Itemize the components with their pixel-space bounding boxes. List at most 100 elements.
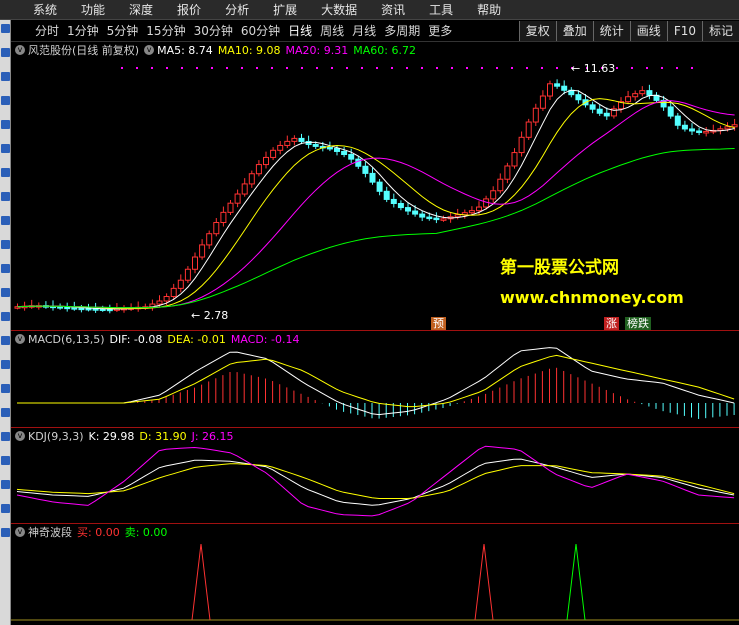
menu-item[interactable]: 功能: [69, 0, 117, 20]
candle-body: [504, 165, 511, 180]
signal-dot: [661, 67, 663, 69]
period-tab[interactable]: 日线: [284, 20, 316, 42]
toolbar-button[interactable]: 画线: [629, 20, 667, 41]
kline-chart[interactable]: ← 11.63 ← 2.78: [11, 42, 739, 330]
signal-dot: [406, 67, 408, 69]
candle-body: [334, 147, 340, 152]
flag-diedie: 榜跌: [625, 317, 651, 330]
candle-body: [412, 210, 419, 215]
candle-body: [589, 104, 596, 110]
toolbar-tool-icon[interactable]: [1, 144, 10, 153]
period-tab[interactable]: 5分钟: [103, 20, 143, 42]
wave-chart[interactable]: [11, 524, 739, 625]
candle-body: [518, 136, 525, 154]
menu-item[interactable]: 大数据: [309, 0, 369, 20]
menu-item[interactable]: 工具: [417, 0, 465, 20]
kdj-title-bar: v KDJ(9,3,3) K: 29.98 D: 31.90 J: 26.15: [15, 429, 239, 443]
chevron-down-icon[interactable]: v: [15, 431, 25, 441]
chevron-down-icon[interactable]: v: [15, 527, 25, 537]
toolbar-tool-icon[interactable]: [1, 336, 10, 345]
toolbar-tool-icon[interactable]: [1, 432, 10, 441]
toolbar-button[interactable]: 复权: [518, 20, 556, 41]
candle-body: [397, 203, 404, 209]
kline-panel[interactable]: ← 11.63 ← 2.78 v 风范股份(日线 前复权) v MA5: 8.74…: [11, 42, 739, 330]
toolbar-tool-icon[interactable]: [1, 480, 10, 489]
toolbar-tool-icon[interactable]: [1, 24, 10, 33]
toolbar-button[interactable]: 叠加: [555, 20, 593, 41]
toolbar-tool-icon[interactable]: [1, 240, 10, 249]
toolbar-tool-icon[interactable]: [1, 168, 10, 177]
kdj-title: KDJ(9,3,3): [28, 429, 84, 443]
menu-item[interactable]: 分析: [213, 0, 261, 20]
candle-body: [639, 90, 646, 95]
candle-body: [554, 83, 561, 87]
signal-dot: [286, 67, 288, 69]
candle-body: [199, 244, 206, 258]
flag-pre: 预: [431, 317, 446, 330]
candle-body: [326, 146, 333, 150]
toolbar-tool-icon[interactable]: [1, 48, 10, 57]
kdj-panel[interactable]: v KDJ(9,3,3) K: 29.98 D: 31.90 J: 26.15: [11, 427, 739, 523]
wave-panel[interactable]: v 神奇波段 买: 0.00 卖: 0.00: [11, 523, 739, 625]
toolbar-tool-icon[interactable]: [1, 312, 10, 321]
period-tab[interactable]: 30分钟: [190, 20, 237, 42]
candle-body: [241, 183, 248, 195]
candle-body: [227, 202, 234, 213]
toolbar-tool-icon[interactable]: [1, 504, 10, 513]
ma5-value: MA5: 8.74: [157, 43, 213, 57]
signal-dot: [631, 67, 633, 69]
macd-panel[interactable]: v MACD(6,13,5) DIF: -0.08 DEA: -0.01 MAC…: [11, 330, 739, 427]
period-tab[interactable]: 月线: [348, 20, 380, 42]
candle-body: [206, 233, 213, 246]
toolbar-button[interactable]: 标记: [701, 20, 739, 41]
kdj-j: J: 26.15: [191, 429, 234, 443]
toolbar-tool-icon[interactable]: [1, 72, 10, 81]
toolbar-button[interactable]: F10: [666, 20, 702, 41]
period-tab[interactable]: 1分钟: [63, 20, 103, 42]
candle-body: [419, 213, 426, 218]
toolbar-tool-icon[interactable]: [1, 384, 10, 393]
toolbar-tool-icon[interactable]: [1, 192, 10, 201]
toolbar-tool-icon[interactable]: [1, 456, 10, 465]
candle-body: [603, 112, 610, 117]
toolbar-tool-icon[interactable]: [1, 360, 10, 369]
period-tab[interactable]: 多周期: [380, 20, 424, 42]
period-tab[interactable]: 分时: [11, 20, 63, 42]
candle-body: [476, 206, 482, 212]
candle-body: [291, 137, 298, 142]
menu-item[interactable]: 帮助: [465, 0, 513, 20]
menu-item[interactable]: 深度: [117, 0, 165, 20]
period-tab[interactable]: 更多: [424, 20, 456, 42]
toolbar-tool-icon[interactable]: [1, 120, 10, 129]
candle-body: [64, 306, 71, 310]
toolbar-tool-icon[interactable]: [1, 408, 10, 417]
signal-dot: [646, 67, 648, 69]
chevron-down-icon[interactable]: v: [15, 334, 25, 344]
period-tab[interactable]: 15分钟: [142, 20, 189, 42]
toolbar-tool-icon[interactable]: [1, 264, 10, 273]
signal-dot: [481, 67, 483, 69]
wave-signal: [474, 543, 494, 621]
menu-item[interactable]: 系统: [0, 0, 69, 20]
period-tab[interactable]: 周线: [316, 20, 348, 42]
toolbar-tool-icon[interactable]: [1, 288, 10, 297]
toolbar-button[interactable]: 统计: [592, 20, 630, 41]
toolbar-tool-icon[interactable]: [1, 96, 10, 105]
ma-line: [17, 98, 735, 309]
candle-body: [646, 90, 653, 96]
candle-body: [390, 198, 397, 205]
signal-dot: [616, 67, 618, 69]
toolbar-tool-icon[interactable]: [1, 528, 10, 537]
menu-item[interactable]: 资讯: [369, 0, 417, 20]
menu-item[interactable]: 报价: [165, 0, 213, 20]
signal-dot: [511, 67, 513, 69]
toolbar-tool-icon[interactable]: [1, 216, 10, 225]
period-tab[interactable]: 60分钟: [237, 20, 284, 42]
candle-body: [234, 193, 241, 204]
chevron-down-icon[interactable]: v: [15, 45, 25, 55]
menu-item[interactable]: 扩展: [261, 0, 309, 20]
period-toolbar: 分时 1分钟 5分钟 15分钟 30分钟 60分钟 日线 周线 月线 多周期 更多 复权 叠加 统计 画线 F…: [11, 20, 739, 42]
stock-title: 风范股份(日线 前复权): [28, 44, 140, 57]
chevron-down-icon[interactable]: v: [144, 45, 155, 55]
candle-body: [433, 217, 440, 221]
